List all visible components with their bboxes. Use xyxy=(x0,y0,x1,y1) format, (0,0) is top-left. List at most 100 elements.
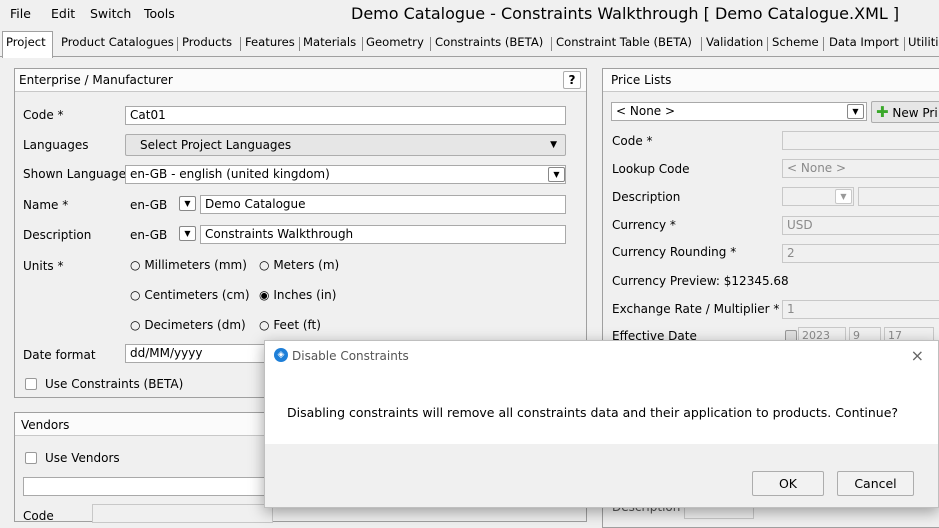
menu-switch[interactable]: Switch xyxy=(90,6,131,21)
tab-separator xyxy=(551,37,552,51)
pl-code-input[interactable] xyxy=(782,131,939,150)
chevron-down-icon: ▼ xyxy=(550,140,557,150)
pl-exchange-label: Exchange Rate / Multiplier * xyxy=(612,302,780,316)
pl-currency-input[interactable]: USD xyxy=(782,216,939,235)
add-icon: ✚ xyxy=(876,103,889,121)
radio-empty-icon: ○ xyxy=(259,258,270,272)
tab-constraint-table[interactable]: Constraint Table (BETA) xyxy=(556,35,692,49)
chevron-down-icon[interactable]: ▼ xyxy=(179,196,196,211)
unit-radio-cm[interactable]: ○ Centimeters (cm) xyxy=(130,288,250,302)
chevron-down-icon[interactable]: ▼ xyxy=(179,226,196,241)
unit-radio-mm[interactable]: ○ Millimeters (mm) xyxy=(130,258,247,272)
tab-features[interactable]: Features xyxy=(245,35,295,49)
tab-scheme[interactable]: Scheme xyxy=(772,35,819,49)
name-lang: en-GB xyxy=(130,198,168,212)
tab-data-import[interactable]: Data Import xyxy=(829,35,899,49)
description-lang: en-GB xyxy=(130,228,168,242)
tab-separator xyxy=(362,37,363,51)
unit-in-label: Inches (in) xyxy=(273,288,337,302)
pl-currency-label: Currency * xyxy=(612,218,676,232)
vendor-code-label: Code xyxy=(23,509,54,523)
chevron-down-icon[interactable]: ▼ xyxy=(835,189,852,204)
tab-separator xyxy=(430,37,431,51)
description-label: Description xyxy=(23,228,92,242)
help-button[interactable]: ? xyxy=(563,71,581,89)
ok-button[interactable]: OK xyxy=(752,471,824,496)
use-constraints-checkbox[interactable] xyxy=(25,378,37,390)
name-input[interactable]: Demo Catalogue xyxy=(200,195,566,214)
price-list-select[interactable]: < None > xyxy=(611,102,867,121)
tab-separator xyxy=(701,37,702,51)
use-vendors-checkbox[interactable] xyxy=(25,452,37,464)
tab-geometry[interactable]: Geometry xyxy=(366,35,424,49)
window-title: Demo Catalogue - Constraints Walkthrough… xyxy=(351,4,900,23)
dialog-message: Disabling constraints will remove all co… xyxy=(287,405,899,420)
unit-mm-label: Millimeters (mm) xyxy=(144,258,247,272)
radio-empty-icon: ○ xyxy=(130,318,141,332)
shown-language-label: Shown Language xyxy=(23,167,127,181)
radio-empty-icon: ○ xyxy=(130,288,141,302)
dialog-footer: OK Cancel xyxy=(265,444,938,507)
tab-constraints[interactable]: Constraints (BETA) xyxy=(435,35,543,49)
unit-m-label: Meters (m) xyxy=(273,258,340,272)
tab-separator xyxy=(240,37,241,51)
unit-radio-m[interactable]: ○ Meters (m) xyxy=(259,258,339,272)
radio-selected-icon: ◉ xyxy=(259,288,270,302)
units-label: Units * xyxy=(23,259,64,273)
tab-separator xyxy=(823,37,824,51)
cancel-button[interactable]: Cancel xyxy=(837,471,914,496)
tab-project-label[interactable]: Project xyxy=(6,35,46,49)
vendors-panel-title: Vendors xyxy=(21,418,70,432)
new-price-list-button[interactable]: ✚ New Pri xyxy=(871,101,939,123)
tab-separator xyxy=(904,37,905,51)
date-format-label: Date format xyxy=(23,348,96,362)
chevron-down-icon[interactable]: ▼ xyxy=(847,104,864,119)
date-format-input[interactable]: dd/MM/yyyy xyxy=(125,344,265,363)
radio-empty-icon: ○ xyxy=(130,258,141,272)
shown-language-select[interactable]: en-GB - english (united kingdom) xyxy=(125,165,566,184)
enterprise-panel-title: Enterprise / Manufacturer xyxy=(19,73,173,87)
select-languages-label: Select Project Languages xyxy=(140,138,292,152)
vendor-code-input[interactable] xyxy=(92,504,273,523)
shown-language-value: en-GB - english (united kingdom) xyxy=(130,167,330,181)
tab-separator xyxy=(177,37,178,51)
unit-radio-in[interactable]: ◉ Inches (in) xyxy=(259,288,336,302)
unit-cm-label: Centimeters (cm) xyxy=(144,288,250,302)
unit-radio-dm[interactable]: ○ Decimeters (dm) xyxy=(130,318,246,332)
code-label: Code * xyxy=(23,108,64,122)
price-list-select-value: < None > xyxy=(616,104,676,118)
price-lists-panel-header: Price Lists xyxy=(603,69,939,92)
unit-ft-label: Feet (ft) xyxy=(273,318,321,332)
pl-lookup-input[interactable]: < None > xyxy=(782,159,939,178)
tab-product-catalogues[interactable]: Product Catalogues xyxy=(61,35,174,49)
description-input[interactable]: Constraints Walkthrough xyxy=(200,225,566,244)
select-languages-button[interactable]: Select Project Languages ▼ xyxy=(125,134,566,156)
use-vendors-label: Use Vendors xyxy=(45,451,120,465)
menu-tools[interactable]: Tools xyxy=(144,6,175,21)
tab-separator xyxy=(299,37,300,51)
menu-bar: File Edit Switch Tools Demo Catalogue - … xyxy=(0,0,939,29)
tab-materials[interactable]: Materials xyxy=(303,35,356,49)
code-input[interactable]: Cat01 xyxy=(125,106,566,125)
menu-file[interactable]: File xyxy=(10,6,31,21)
pl-rounding-input[interactable]: 2 xyxy=(782,244,939,263)
disable-constraints-dialog: ◈ Disable Constraints × Disabling constr… xyxy=(264,340,939,508)
new-price-list-label: New Pri xyxy=(892,106,938,120)
languages-label: Languages xyxy=(23,138,89,152)
pl-description-label: Description xyxy=(612,190,681,204)
close-icon[interactable]: × xyxy=(911,346,924,365)
pl-rounding-label: Currency Rounding * xyxy=(612,245,737,259)
vendors-select[interactable] xyxy=(23,477,273,496)
chevron-down-icon[interactable]: ▼ xyxy=(548,167,565,182)
pl-description-input[interactable] xyxy=(858,187,939,206)
dialog-title: Disable Constraints xyxy=(292,349,409,363)
tab-utilities[interactable]: Utiliti xyxy=(908,35,938,49)
tab-products[interactable]: Products xyxy=(182,35,232,49)
unit-dm-label: Decimeters (dm) xyxy=(144,318,246,332)
tab-validation[interactable]: Validation xyxy=(706,35,763,49)
pl-currency-preview: Currency Preview: $12345.68 xyxy=(612,274,789,288)
unit-radio-ft[interactable]: ○ Feet (ft) xyxy=(259,318,321,332)
pl-code-label: Code * xyxy=(612,134,653,148)
pl-exchange-input[interactable]: 1 xyxy=(782,300,939,319)
menu-edit[interactable]: Edit xyxy=(51,6,75,21)
